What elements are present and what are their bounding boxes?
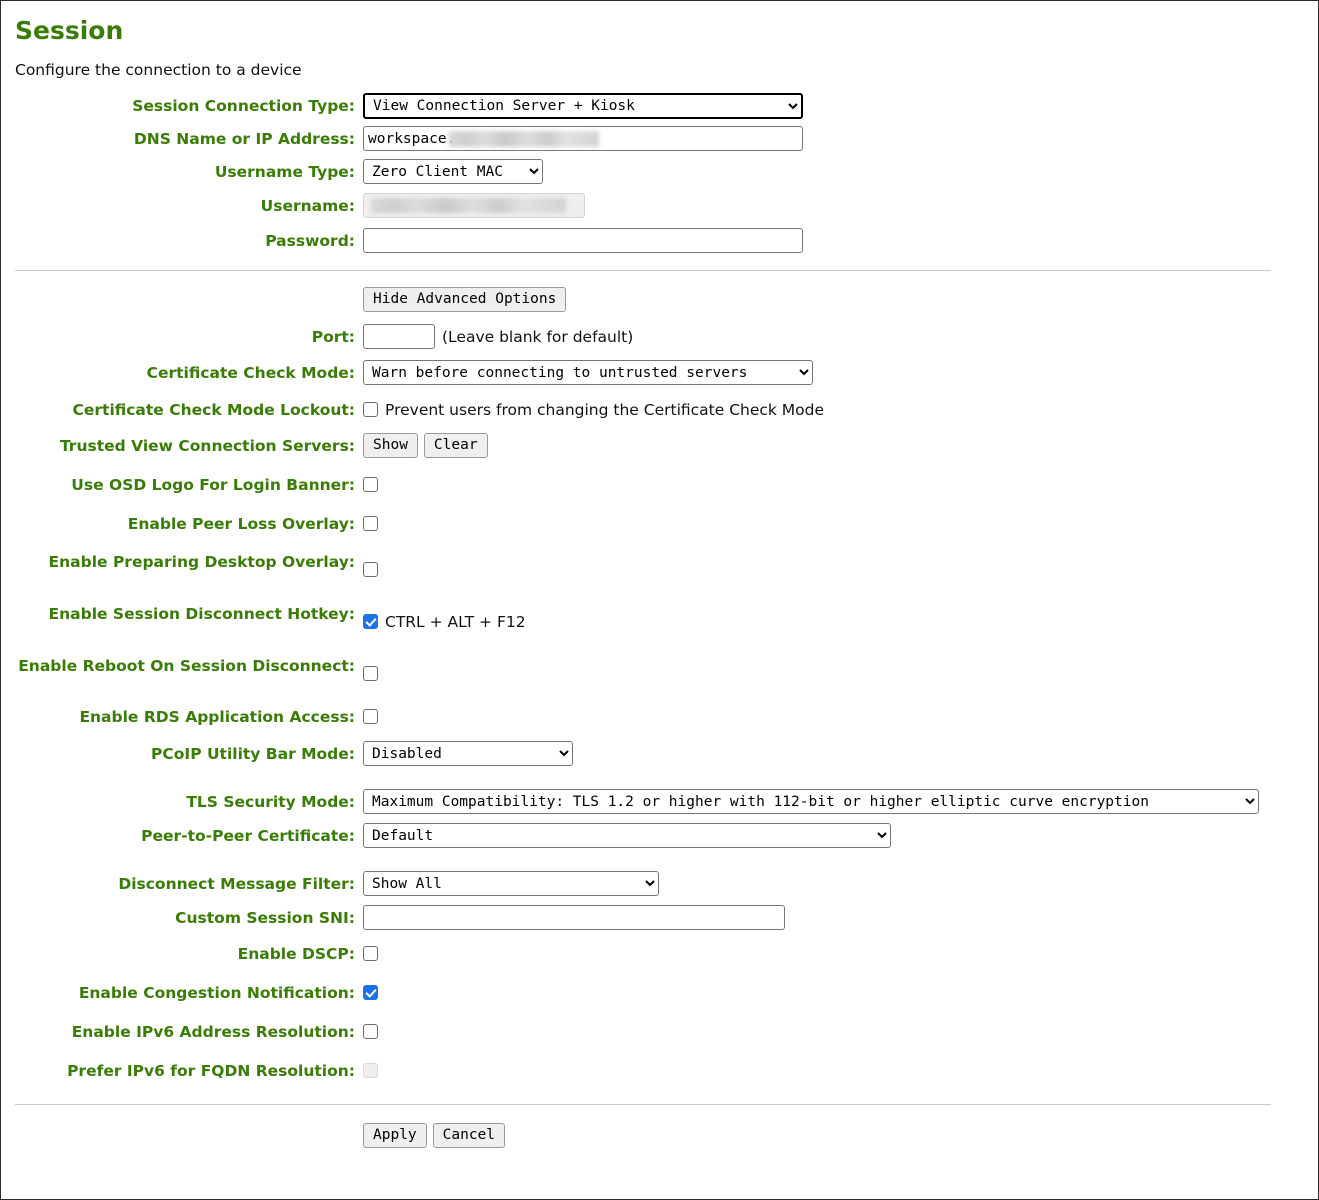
field-row-enable-reboot-on-session-disconnect: Enable Reboot On Session Disconnect: [15, 653, 1304, 695]
trusted-servers-button-row: Show Clear [363, 432, 488, 459]
enable-session-disconnect-hotkey-text: CTRL + ALT + F12 [385, 612, 526, 631]
field-row-pcoip-utility-bar-mode: PCoIP Utility Bar Mode: Disabled [15, 741, 1304, 767]
label-prefer-ipv6-for-fqdn-resolution: Prefer IPv6 for FQDN Resolution: [67, 1061, 355, 1080]
form-action-buttons: Apply Cancel [363, 1122, 506, 1149]
label-custom-session-sni: Custom Session SNI: [175, 908, 355, 927]
session-form: Session Connection Type: View Connection… [15, 92, 1304, 1149]
field-row-username: Username: [15, 193, 1304, 219]
disconnect-message-filter-select[interactable]: Show All [363, 871, 659, 896]
port-hint: (Leave blank for default) [442, 327, 634, 346]
label-enable-preparing-desktop-overlay: Enable Preparing Desktop Overlay: [48, 552, 355, 571]
label-certificate-check-mode-lockout: Certificate Check Mode Lockout: [72, 400, 356, 419]
field-row-trusted-view-connection-servers: Trusted View Connection Servers: Show Cl… [15, 432, 1304, 459]
label-enable-reboot-on-session-disconnect: Enable Reboot On Session Disconnect: [18, 656, 355, 675]
field-row-enable-dscp: Enable DSCP: [15, 941, 1304, 967]
enable-peer-loss-overlay-checkbox[interactable] [363, 516, 378, 531]
tls-security-mode-select[interactable]: Maximum Compatibility: TLS 1.2 or higher… [363, 789, 1259, 814]
certificate-check-mode-lockout-checkbox[interactable] [363, 402, 378, 417]
field-row-disconnect-message-filter: Disconnect Message Filter: Show All [15, 871, 1304, 897]
label-enable-rds-application-access: Enable RDS Application Access: [79, 707, 355, 726]
cancel-button[interactable]: Cancel [432, 1122, 506, 1149]
enable-congestion-notification-checkbox[interactable] [363, 985, 378, 1000]
label-use-osd-logo: Use OSD Logo For Login Banner: [71, 475, 355, 494]
label-username: Username: [260, 196, 355, 215]
enable-preparing-desktop-overlay-checkbox[interactable] [363, 562, 378, 577]
dns-name-wrapper [363, 126, 803, 151]
username-redaction [371, 198, 566, 213]
use-osd-logo-checkbox[interactable] [363, 477, 378, 492]
field-row-connection-type: Session Connection Type: View Connection… [15, 92, 1304, 119]
session-configuration-page: Session Configure the connection to a de… [0, 0, 1319, 1200]
enable-ipv6-address-resolution-checkbox[interactable] [363, 1024, 378, 1039]
label-enable-session-disconnect-hotkey: Enable Session Disconnect Hotkey: [48, 604, 355, 623]
label-connection-type: Session Connection Type: [132, 96, 355, 115]
trusted-servers-show-button[interactable]: Show [363, 432, 418, 459]
label-port: Port: [311, 327, 355, 346]
session-connection-type-select[interactable]: View Connection Server + Kiosk [363, 92, 803, 119]
label-dns-name: DNS Name or IP Address: [133, 129, 355, 148]
enable-reboot-on-session-disconnect-checkbox[interactable] [363, 666, 378, 681]
label-pcoip-utility-bar-mode: PCoIP Utility Bar Mode: [151, 744, 355, 763]
field-row-advanced-toggle: Hide Advanced Options [15, 286, 1304, 313]
field-row-certificate-check-mode: Certificate Check Mode: Warn before conn… [15, 360, 1304, 386]
field-row-enable-rds-application-access: Enable RDS Application Access: [15, 704, 1304, 730]
label-enable-congestion-notification: Enable Congestion Notification: [78, 983, 355, 1002]
page-subtitle: Configure the connection to a device [15, 60, 302, 79]
field-row-peer-to-peer-certificate: Peer-to-Peer Certificate: Default [15, 823, 1304, 849]
field-row-dns-name: DNS Name or IP Address: [15, 126, 1304, 152]
field-row-form-actions: Apply Cancel [15, 1122, 1304, 1149]
label-password: Password: [265, 231, 355, 250]
field-row-enable-session-disconnect-hotkey: Enable Session Disconnect Hotkey: CTRL +… [15, 601, 1304, 643]
custom-session-sni-input[interactable] [363, 905, 785, 930]
field-row-port: Port: (Leave blank for default) [15, 324, 1304, 350]
apply-button[interactable]: Apply [363, 1122, 427, 1149]
certificate-check-mode-lockout-text: Prevent users from changing the Certific… [385, 400, 825, 419]
label-disconnect-message-filter: Disconnect Message Filter: [118, 874, 355, 893]
prefer-ipv6-for-fqdn-resolution-checkbox [363, 1063, 378, 1078]
page-title: Session [15, 16, 124, 45]
field-row-username-type: Username Type: Zero Client MAC [15, 159, 1304, 185]
label-certificate-check-mode: Certificate Check Mode: [146, 363, 355, 382]
username-wrapper [363, 193, 585, 218]
field-row-enable-peer-loss-overlay: Enable Peer Loss Overlay: [15, 511, 1304, 537]
username-type-select[interactable]: Zero Client MAC [363, 159, 543, 184]
port-input[interactable] [363, 324, 435, 349]
field-row-use-osd-logo: Use OSD Logo For Login Banner: [15, 472, 1304, 498]
field-row-enable-congestion-notification: Enable Congestion Notification: [15, 980, 1304, 1006]
field-row-custom-session-sni: Custom Session SNI: [15, 905, 1304, 931]
trusted-servers-clear-button[interactable]: Clear [423, 432, 488, 459]
label-enable-ipv6-address-resolution: Enable IPv6 Address Resolution: [71, 1022, 355, 1041]
pcoip-utility-bar-mode-select[interactable]: Disabled [363, 741, 573, 766]
label-actions-spacer [15, 1123, 363, 1127]
field-row-certificate-check-mode-lockout: Certificate Check Mode Lockout: Prevent … [15, 397, 1304, 423]
enable-dscp-checkbox[interactable] [363, 946, 378, 961]
label-advanced-toggle-spacer [15, 287, 363, 291]
label-tls-security-mode: TLS Security Mode: [186, 792, 355, 811]
peer-to-peer-certificate-select[interactable]: Default [363, 823, 891, 848]
label-enable-peer-loss-overlay: Enable Peer Loss Overlay: [127, 514, 355, 533]
enable-rds-application-access-checkbox[interactable] [363, 709, 378, 724]
label-peer-to-peer-certificate: Peer-to-Peer Certificate: [141, 826, 355, 845]
label-trusted-view-connection-servers: Trusted View Connection Servers: [59, 436, 355, 455]
field-row-enable-ipv6-address-resolution: Enable IPv6 Address Resolution: [15, 1019, 1304, 1045]
label-username-type: Username Type: [214, 162, 355, 181]
field-row-tls-security-mode: TLS Security Mode: Maximum Compatibility… [15, 789, 1304, 815]
field-row-prefer-ipv6-for-fqdn-resolution: Prefer IPv6 for FQDN Resolution: [15, 1058, 1304, 1084]
field-row-enable-preparing-desktop-overlay: Enable Preparing Desktop Overlay: [15, 549, 1304, 591]
password-input[interactable] [363, 228, 803, 253]
label-enable-dscp: Enable DSCP: [237, 944, 355, 963]
certificate-check-mode-select[interactable]: Warn before connecting to untrusted serv… [363, 360, 813, 385]
field-row-password: Password: [15, 228, 1304, 254]
enable-session-disconnect-hotkey-checkbox[interactable] [363, 614, 378, 629]
hide-advanced-options-button[interactable]: Hide Advanced Options [363, 286, 567, 313]
dns-name-redaction [449, 131, 599, 147]
